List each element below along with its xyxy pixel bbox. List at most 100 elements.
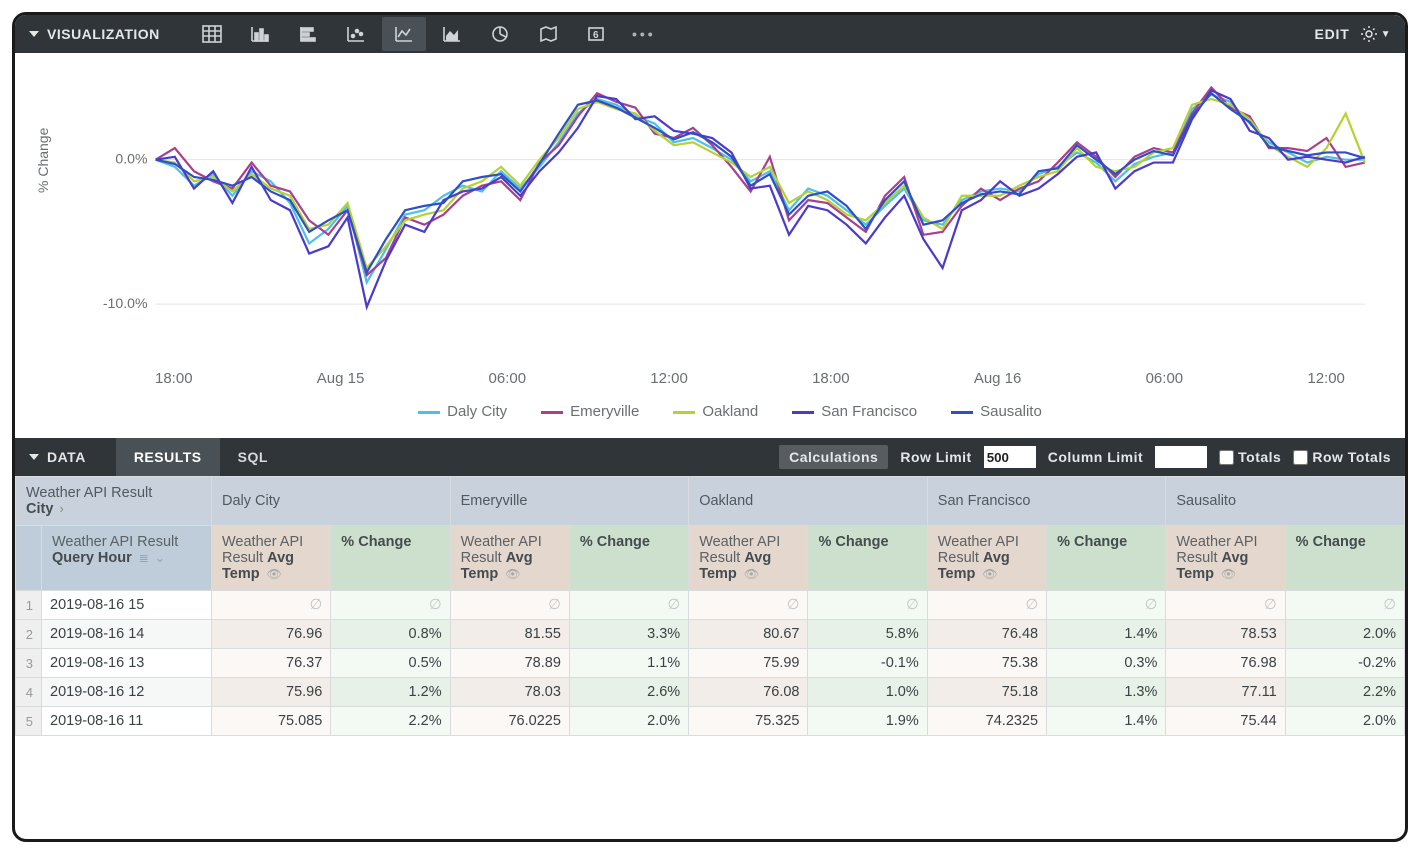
calc-cell[interactable]: 1.9% bbox=[808, 707, 927, 736]
results-table-wrap[interactable]: Weather API ResultCity ›Daly CityEmeryvi… bbox=[15, 476, 1405, 839]
calc-cell[interactable]: 0.3% bbox=[1047, 649, 1166, 678]
measure-cell[interactable]: 75.99 bbox=[689, 649, 808, 678]
measure-cell[interactable]: 81.55 bbox=[450, 620, 569, 649]
vis-type-more-icon[interactable]: ••• bbox=[622, 17, 666, 51]
x-tick: Aug 15 bbox=[317, 370, 365, 387]
calc-header[interactable]: % Change bbox=[808, 526, 927, 591]
calc-header[interactable]: % Change bbox=[1285, 526, 1404, 591]
calc-cell[interactable]: 2.0% bbox=[1285, 620, 1404, 649]
calc-header[interactable]: % Change bbox=[1047, 526, 1166, 591]
dimension-cell[interactable]: 2019-08-16 15 bbox=[42, 591, 212, 620]
svg-text:-10.0%: -10.0% bbox=[103, 295, 148, 311]
vis-type-scatter-icon[interactable] bbox=[334, 17, 378, 51]
totals-checkbox[interactable]: Totals bbox=[1219, 449, 1281, 465]
table-row: 12019-08-16 15∅∅∅∅∅∅∅∅∅∅ bbox=[16, 591, 1405, 620]
collapse-caret-icon[interactable] bbox=[29, 31, 39, 37]
calc-cell[interactable]: 1.1% bbox=[569, 649, 688, 678]
dimension-cell[interactable]: 2019-08-16 14 bbox=[42, 620, 212, 649]
calc-header[interactable]: % Change bbox=[569, 526, 688, 591]
measure-cell[interactable]: 78.53 bbox=[1166, 620, 1285, 649]
calc-cell[interactable]: 2.0% bbox=[1285, 707, 1404, 736]
measure-cell[interactable]: 75.96 bbox=[212, 678, 331, 707]
calc-header[interactable]: % Change bbox=[331, 526, 450, 591]
calc-cell[interactable]: 3.3% bbox=[569, 620, 688, 649]
tab-sql[interactable]: SQL bbox=[220, 438, 286, 476]
measure-cell[interactable]: 80.67 bbox=[689, 620, 808, 649]
measure-cell[interactable]: 75.325 bbox=[689, 707, 808, 736]
legend-item[interactable]: San Francisco bbox=[792, 403, 917, 420]
calc-cell[interactable]: 5.8% bbox=[808, 620, 927, 649]
calc-cell[interactable]: 0.8% bbox=[331, 620, 450, 649]
x-axis-ticks: 18:00Aug 1506:0012:0018:00Aug 1606:0012:… bbox=[75, 366, 1385, 387]
legend-item[interactable]: Daly City bbox=[418, 403, 507, 420]
calc-cell[interactable]: -0.2% bbox=[1285, 649, 1404, 678]
calculations-button[interactable]: Calculations bbox=[779, 445, 888, 469]
settings-gear-icon[interactable]: ▼ bbox=[1360, 25, 1391, 43]
pivot-dimension-header[interactable]: Weather API ResultCity › bbox=[16, 477, 212, 526]
measure-cell[interactable]: 75.085 bbox=[212, 707, 331, 736]
measure-cell[interactable]: 76.48 bbox=[927, 620, 1046, 649]
pivot-value-header[interactable]: San Francisco bbox=[927, 477, 1166, 526]
measure-header[interactable]: Weather API Result Avg Temp 👁 bbox=[212, 526, 331, 591]
dimension-cell[interactable]: 2019-08-16 12 bbox=[42, 678, 212, 707]
calc-cell[interactable]: 2.6% bbox=[569, 678, 688, 707]
calc-cell[interactable]: 2.2% bbox=[1285, 678, 1404, 707]
measure-cell[interactable]: 78.89 bbox=[450, 649, 569, 678]
calc-cell[interactable]: 2.0% bbox=[569, 707, 688, 736]
calc-cell[interactable]: 1.4% bbox=[1047, 620, 1166, 649]
vis-type-line-icon[interactable] bbox=[382, 17, 426, 51]
svg-text:6: 6 bbox=[593, 30, 599, 41]
measure-cell[interactable]: 76.08 bbox=[689, 678, 808, 707]
calc-cell[interactable]: 1.4% bbox=[1047, 707, 1166, 736]
collapse-caret-icon[interactable] bbox=[29, 454, 39, 460]
measure-cell[interactable]: 77.11 bbox=[1166, 678, 1285, 707]
vis-type-bar-icon[interactable] bbox=[286, 17, 330, 51]
dimension-cell[interactable]: 2019-08-16 13 bbox=[42, 649, 212, 678]
tab-results[interactable]: RESULTS bbox=[116, 438, 220, 476]
measure-cell[interactable]: 74.2325 bbox=[927, 707, 1046, 736]
row-number: 1 bbox=[16, 591, 42, 620]
row-limit-input[interactable] bbox=[984, 446, 1036, 468]
measure-cell[interactable]: 76.98 bbox=[1166, 649, 1285, 678]
calc-cell[interactable]: 0.5% bbox=[331, 649, 450, 678]
vis-type-column-icon[interactable] bbox=[238, 17, 282, 51]
vis-type-area-icon[interactable] bbox=[430, 17, 474, 51]
calc-cell[interactable]: 1.3% bbox=[1047, 678, 1166, 707]
measure-cell[interactable]: 75.38 bbox=[927, 649, 1046, 678]
calc-cell[interactable]: 1.0% bbox=[808, 678, 927, 707]
calc-cell[interactable]: 2.2% bbox=[331, 707, 450, 736]
table-row: 32019-08-16 1376.370.5%78.891.1%75.99-0.… bbox=[16, 649, 1405, 678]
measure-cell[interactable]: 75.18 bbox=[927, 678, 1046, 707]
pivot-value-header[interactable]: Emeryville bbox=[450, 477, 689, 526]
vis-type-single-value-icon[interactable]: 6 bbox=[574, 17, 618, 51]
line-chart[interactable]: 0.0% -10.0% bbox=[75, 63, 1385, 363]
row-number: 2 bbox=[16, 620, 42, 649]
vis-type-map-icon[interactable] bbox=[526, 17, 570, 51]
legend-item[interactable]: Emeryville bbox=[541, 403, 639, 420]
edit-button[interactable]: EDIT bbox=[1315, 26, 1350, 42]
column-limit-input[interactable] bbox=[1155, 446, 1207, 468]
measure-cell[interactable]: 78.03 bbox=[450, 678, 569, 707]
legend-item[interactable]: Oakland bbox=[673, 403, 758, 420]
measure-cell[interactable]: 75.44 bbox=[1166, 707, 1285, 736]
dimension-cell[interactable]: 2019-08-16 11 bbox=[42, 707, 212, 736]
measure-cell[interactable]: 76.96 bbox=[212, 620, 331, 649]
calc-cell[interactable]: -0.1% bbox=[808, 649, 927, 678]
measure-cell[interactable]: 76.0225 bbox=[450, 707, 569, 736]
legend-item[interactable]: Sausalito bbox=[951, 403, 1042, 420]
pivot-value-header[interactable]: Oakland bbox=[689, 477, 928, 526]
svg-text:0.0%: 0.0% bbox=[115, 151, 147, 167]
measure-header[interactable]: Weather API Result Avg Temp 👁 bbox=[927, 526, 1046, 591]
pivot-value-header[interactable]: Sausalito bbox=[1166, 477, 1405, 526]
measure-cell[interactable]: 76.37 bbox=[212, 649, 331, 678]
vis-type-table-icon[interactable] bbox=[190, 17, 234, 51]
row-totals-checkbox[interactable]: Row Totals bbox=[1293, 449, 1391, 465]
measure-header[interactable]: Weather API Result Avg Temp 👁 bbox=[450, 526, 569, 591]
pivot-value-header[interactable]: Daly City bbox=[212, 477, 451, 526]
measure-header[interactable]: Weather API Result Avg Temp 👁 bbox=[689, 526, 808, 591]
row-dimension-header[interactable]: Weather API Result Query Hour ≣⌄ bbox=[42, 526, 212, 591]
table-row: 22019-08-16 1476.960.8%81.553.3%80.675.8… bbox=[16, 620, 1405, 649]
measure-header[interactable]: Weather API Result Avg Temp 👁 bbox=[1166, 526, 1285, 591]
vis-type-pie-icon[interactable] bbox=[478, 17, 522, 51]
calc-cell[interactable]: 1.2% bbox=[331, 678, 450, 707]
